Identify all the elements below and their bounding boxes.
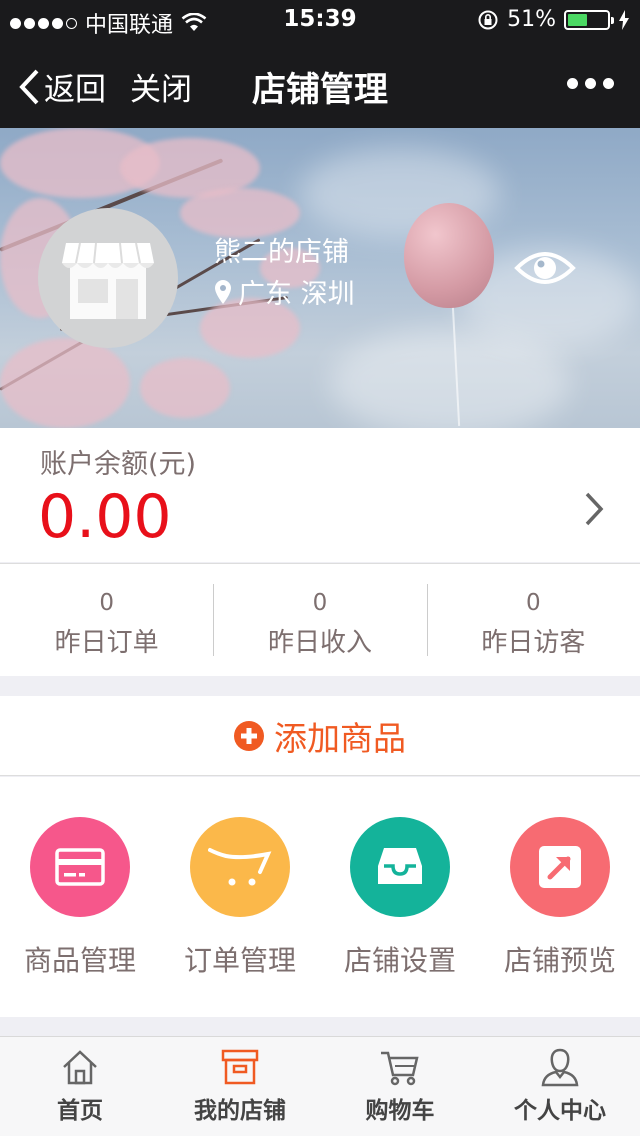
page-title: 店铺管理 (252, 70, 388, 110)
tab-cart[interactable]: 购物车 (320, 1037, 480, 1136)
stat-value: 0 (526, 590, 541, 616)
menu-item-store-settings[interactable]: 店铺设置 (320, 777, 480, 1017)
menu-grid: 商品管理 订单管理 店铺设置 店铺预览 (0, 777, 640, 1017)
menu-label: 订单管理 (183, 944, 296, 977)
charging-icon (619, 9, 629, 30)
user-icon (541, 1048, 579, 1087)
shop-banner: 熊二的店铺 广东 深圳 (0, 128, 640, 428)
shop-name: 熊二的店铺 (214, 237, 349, 268)
stat-value: 0 (99, 590, 114, 616)
menu-label: 店铺预览 (503, 944, 616, 977)
cart-icon (381, 1051, 419, 1086)
tab-label: 我的店铺 (194, 1098, 286, 1124)
stat-yesterday-visitors[interactable]: 0 昨日访客 (426, 564, 640, 676)
tab-label: 首页 (57, 1098, 103, 1124)
stat-label: 昨日访客 (481, 628, 586, 658)
tab-label: 购物车 (365, 1098, 435, 1124)
chevron-right-icon (585, 492, 604, 526)
tab-label: 个人中心 (514, 1098, 606, 1124)
stat-yesterday-orders[interactable]: 0 昨日订单 (0, 564, 213, 676)
tab-home[interactable]: 首页 (0, 1037, 160, 1136)
stat-label: 昨日订单 (54, 628, 159, 658)
card-icon (30, 817, 130, 917)
tab-my-store[interactable]: 我的店铺 (160, 1037, 320, 1136)
share-arrow-icon (510, 817, 610, 917)
menu-item-order-management[interactable]: 订单管理 (160, 777, 320, 1017)
balloon-image (404, 203, 494, 308)
add-product-button[interactable]: 添加商品 (0, 696, 640, 776)
balance-label: 账户余额(元) (40, 449, 197, 480)
battery-icon (564, 9, 614, 30)
home-icon (63, 1050, 97, 1085)
balance-value: 0.00 (38, 482, 172, 552)
tab-profile[interactable]: 个人中心 (480, 1037, 640, 1136)
account-balance[interactable]: 账户余额(元) 0.00 (0, 428, 640, 562)
storefront-icon (62, 242, 154, 319)
rotation-lock-icon (478, 10, 498, 29)
stats-row: 0 昨日订单 0 昨日收入 0 昨日访客 (0, 563, 640, 676)
eye-icon[interactable] (514, 248, 576, 292)
status-bar: 中国联通 15:39 51% (0, 0, 640, 40)
tab-bar: 首页 我的店铺 购物车 个人中心 (0, 1036, 640, 1136)
location-pin-icon (215, 279, 231, 304)
menu-item-store-preview[interactable]: 店铺预览 (480, 777, 640, 1017)
status-right: 51% (477, 7, 630, 32)
shop-location: 广东 深圳 (214, 272, 355, 311)
menu-label: 店铺设置 (343, 944, 456, 977)
battery-percent: 51% (507, 7, 556, 32)
nav-bar: 返回 关闭 店铺管理 (0, 40, 640, 128)
menu-label: 商品管理 (23, 944, 136, 977)
stat-label: 昨日收入 (267, 628, 372, 658)
add-product-label: 添加商品 (274, 718, 406, 758)
shop-location-text: 广东 深圳 (238, 279, 355, 310)
stat-yesterday-income[interactable]: 0 昨日收入 (213, 564, 426, 676)
more-icon[interactable] (567, 78, 614, 89)
cart-icon (190, 817, 290, 917)
shop-avatar[interactable] (38, 208, 178, 348)
stat-value: 0 (312, 590, 328, 616)
plus-circle-icon (234, 720, 264, 751)
menu-item-product-management[interactable]: 商品管理 (0, 777, 160, 1017)
inbox-icon (350, 817, 450, 917)
store-icon (221, 1049, 259, 1085)
